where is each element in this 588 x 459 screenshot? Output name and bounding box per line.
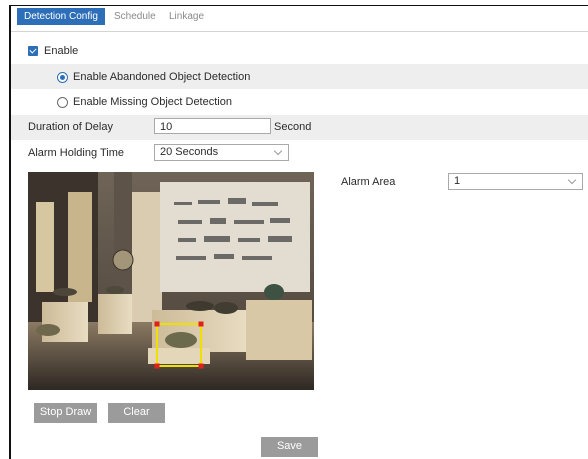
- alarm-area-select[interactable]: 1: [448, 173, 583, 190]
- holding-label: Alarm Holding Time: [28, 147, 124, 159]
- camera-preview[interactable]: [28, 172, 314, 390]
- tab-linkage[interactable]: Linkage: [169, 8, 204, 25]
- detection-box-handle: [154, 321, 160, 327]
- missing-radio[interactable]: [57, 97, 68, 108]
- abandoned-label: Enable Abandoned Object Detection: [73, 71, 251, 83]
- alarm-area-label: Alarm Area: [341, 176, 396, 188]
- detection-box-handle: [198, 321, 204, 327]
- detection-box-handle: [154, 363, 160, 369]
- tab-schedule[interactable]: Schedule: [114, 8, 156, 25]
- detection-box-handle: [198, 363, 204, 369]
- enable-checkbox[interactable]: [28, 46, 38, 56]
- holding-select[interactable]: 20 Seconds: [154, 144, 289, 161]
- abandoned-radio[interactable]: [57, 72, 68, 83]
- chevron-down-icon: [567, 175, 577, 185]
- duration-label: Duration of Delay: [28, 121, 113, 133]
- chevron-down-icon: [273, 146, 283, 156]
- tab-detection-config[interactable]: Detection Config: [17, 8, 105, 25]
- enable-label: Enable: [44, 45, 79, 57]
- save-button[interactable]: Save: [261, 437, 318, 457]
- stop-draw-button[interactable]: Stop Draw: [34, 403, 97, 423]
- camera-scene-image: [28, 172, 314, 390]
- missing-label: Enable Missing Object Detection: [73, 96, 232, 108]
- duration-input[interactable]: 10: [154, 118, 271, 134]
- holding-value: 20 Seconds: [160, 146, 219, 158]
- duration-unit: Second: [274, 121, 312, 133]
- alarm-area-value: 1: [454, 175, 461, 187]
- clear-button[interactable]: Clear: [108, 403, 165, 423]
